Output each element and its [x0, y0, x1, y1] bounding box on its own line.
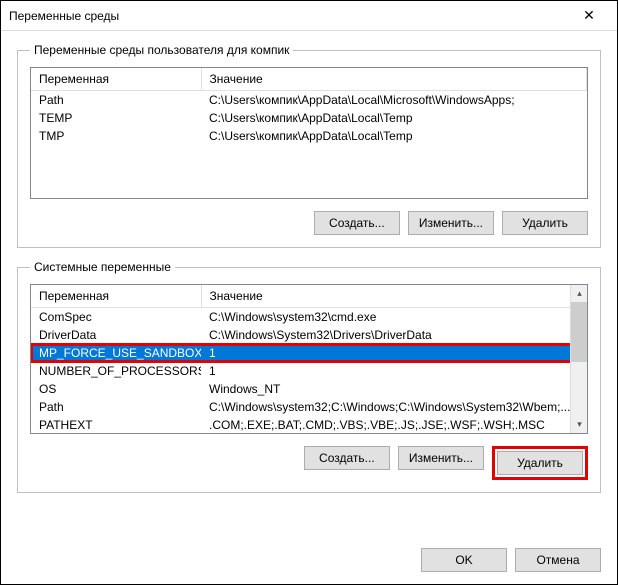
sys-col-value[interactable]: Значение [201, 285, 587, 308]
user-col-value[interactable]: Значение [201, 68, 587, 91]
sys-vars-legend: Системные переменные [30, 260, 175, 274]
var-value-cell: C:\Users\компик\AppData\Local\Microsoft\… [201, 91, 587, 110]
ok-button[interactable]: OK [421, 548, 507, 572]
var-name-cell: Path [31, 398, 201, 416]
user-col-variable[interactable]: Переменная [31, 68, 201, 91]
sys-vars-group: Системные переменные Переменная Значение… [17, 260, 601, 493]
var-name-cell: DriverData [31, 326, 201, 344]
sys-delete-button[interactable]: Удалить [497, 451, 583, 475]
user-vars-group: Переменные среды пользователя для компик… [17, 43, 601, 248]
var-name-cell: OS [31, 380, 201, 398]
var-name-cell: PATHEXT [31, 416, 201, 434]
table-row[interactable]: PathC:\Windows\system32;C:\Windows;C:\Wi… [31, 398, 587, 416]
user-delete-button[interactable]: Удалить [502, 211, 588, 235]
table-row[interactable]: MP_FORCE_USE_SANDBOX1 [31, 344, 587, 362]
var-value-cell: C:\Windows\System32\Drivers\DriverData [201, 326, 587, 344]
sys-button-row: Создать... Изменить... Удалить [30, 446, 588, 480]
sys-vars-table-wrap: Переменная Значение ComSpecC:\Windows\sy… [30, 284, 588, 434]
scroll-up-icon[interactable]: ▴ [571, 285, 588, 302]
cancel-button[interactable]: Отмена [515, 548, 601, 572]
window-title: Переменные среды [9, 9, 569, 23]
var-name-cell: ComSpec [31, 308, 201, 327]
scroll-down-icon[interactable]: ▾ [571, 416, 588, 433]
var-value-cell: 1 [201, 362, 587, 380]
table-row[interactable]: DriverDataC:\Windows\System32\Drivers\Dr… [31, 326, 587, 344]
env-vars-dialog: Переменные среды ✕ Переменные среды поль… [0, 0, 618, 585]
var-value-cell: C:\Windows\system32\cmd.exe [201, 308, 587, 327]
table-row[interactable]: ComSpecC:\Windows\system32\cmd.exe [31, 308, 587, 327]
var-value-cell: C:\Users\компик\AppData\Local\Temp [201, 109, 587, 127]
var-value-cell: .COM;.EXE;.BAT;.CMD;.VBS;.VBE;.JS;.JSE;.… [201, 416, 587, 434]
scroll-thumb[interactable] [571, 302, 588, 362]
user-vars-table-wrap: Переменная Значение PathC:\Users\компик\… [30, 67, 588, 199]
var-value-cell: C:\Windows\system32;C:\Windows;C:\Window… [201, 398, 587, 416]
var-name-cell: TMP [31, 127, 201, 145]
var-value-cell: Windows_NT [201, 380, 587, 398]
close-icon[interactable]: ✕ [569, 2, 609, 30]
table-row[interactable]: PATHEXT.COM;.EXE;.BAT;.CMD;.VBS;.VBE;.JS… [31, 416, 587, 434]
user-vars-legend: Переменные среды пользователя для компик [30, 43, 293, 57]
var-name-cell: NUMBER_OF_PROCESSORS [31, 362, 201, 380]
sys-delete-highlight: Удалить [492, 446, 588, 480]
var-name-cell: MP_FORCE_USE_SANDBOX [31, 344, 201, 362]
table-row[interactable]: OSWindows_NT [31, 380, 587, 398]
user-button-row: Создать... Изменить... Удалить [30, 211, 588, 235]
table-row[interactable]: TMPC:\Users\компик\AppData\Local\Temp [31, 127, 587, 145]
dialog-footer: OK Отмена [1, 538, 617, 584]
var-name-cell: TEMP [31, 109, 201, 127]
var-value-cell: 1 [201, 344, 587, 362]
var-name-cell: Path [31, 91, 201, 110]
user-edit-button[interactable]: Изменить... [408, 211, 494, 235]
content-area: Переменные среды пользователя для компик… [1, 31, 617, 538]
sys-scrollbar[interactable]: ▴ ▾ [570, 285, 587, 433]
titlebar: Переменные среды ✕ [1, 1, 617, 31]
sys-col-variable[interactable]: Переменная [31, 285, 201, 308]
var-value-cell: C:\Users\компик\AppData\Local\Temp [201, 127, 587, 145]
table-row[interactable]: NUMBER_OF_PROCESSORS1 [31, 362, 587, 380]
sys-new-button[interactable]: Создать... [304, 446, 390, 470]
sys-edit-button[interactable]: Изменить... [398, 446, 484, 470]
user-new-button[interactable]: Создать... [314, 211, 400, 235]
user-vars-table[interactable]: Переменная Значение PathC:\Users\компик\… [31, 68, 587, 145]
table-row[interactable]: PathC:\Users\компик\AppData\Local\Micros… [31, 91, 587, 110]
sys-vars-table[interactable]: Переменная Значение ComSpecC:\Windows\sy… [31, 285, 587, 434]
table-row[interactable]: TEMPC:\Users\компик\AppData\Local\Temp [31, 109, 587, 127]
